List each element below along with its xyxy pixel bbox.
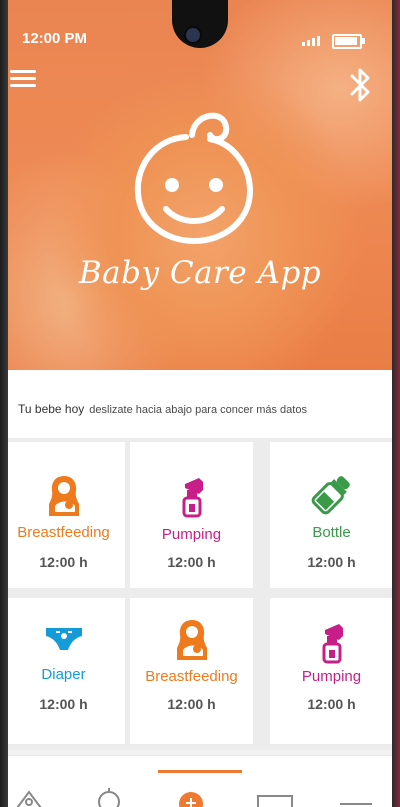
breast-pump-icon (322, 624, 343, 664)
nav-calendar-icon[interactable] (256, 794, 294, 807)
baby-bottle-icon (311, 476, 350, 515)
hamburger-menu-icon[interactable] (10, 66, 36, 92)
device-bezel-right (392, 0, 400, 807)
app-title: Baby Care App (78, 255, 322, 291)
activity-card-breastfeeding-2[interactable]: Breastfeeding 12:00 h (130, 598, 253, 744)
card-time: 12:00 h (307, 554, 356, 570)
card-time: 12:00 h (167, 696, 216, 712)
diaper-icon (45, 628, 82, 650)
app-screen: 12:00 PM Baby Care App Tu bebe hoy desli… (0, 0, 400, 807)
summary-hint: deslizate hacia abajo para concer más da… (89, 404, 307, 416)
breastfeeding-icon (48, 476, 79, 516)
card-time: 12:00 h (39, 696, 88, 712)
card-time: 12:00 h (39, 554, 88, 570)
breastfeeding-icon (176, 620, 207, 660)
front-camera (184, 26, 202, 44)
card-label: Pumping (301, 668, 362, 685)
card-label: Breastfeeding (145, 668, 238, 685)
activity-grid: Breastfeeding 12:00 h Pumping 12:00 h Bo… (0, 438, 400, 750)
hero-banner: 12:00 PM Baby Care App (0, 0, 400, 370)
active-tab-indicator (158, 770, 242, 773)
nav-more-icon[interactable] (338, 796, 374, 807)
status-time: 12:00 PM (22, 30, 88, 47)
card-label: Pumping (161, 526, 222, 543)
summary-heading: Tu bebe hoy (18, 402, 85, 416)
activity-card-pumping[interactable]: Pumping 12:00 h (130, 442, 253, 588)
bluetooth-icon[interactable] (346, 66, 374, 104)
baby-face-icon (128, 105, 260, 245)
card-label: Bottle (312, 524, 351, 541)
daily-summary-header: Tu bebe hoy deslizate hacia abajo para co… (8, 370, 392, 438)
card-time: 12:00 h (307, 696, 356, 712)
breast-pump-icon (182, 478, 203, 518)
card-label: Diaper (41, 666, 86, 683)
nav-stats-icon[interactable] (94, 788, 124, 807)
signal-icon (302, 36, 320, 46)
card-time: 12:00 h (167, 554, 216, 570)
battery-icon (332, 34, 365, 49)
nav-add-icon[interactable] (176, 788, 206, 807)
activity-card-diaper[interactable]: Diaper 12:00 h (2, 598, 125, 744)
activity-card-pumping-2[interactable]: Pumping 12:00 h (270, 598, 393, 744)
device-bezel-left (0, 0, 8, 807)
card-label: Breastfeeding (17, 524, 110, 541)
bottom-navigation (8, 755, 392, 807)
activity-card-breastfeeding[interactable]: Breastfeeding 12:00 h (2, 442, 125, 588)
activity-card-bottle[interactable]: Bottle 12:00 h (270, 442, 393, 588)
nav-home-icon[interactable] (14, 788, 44, 807)
